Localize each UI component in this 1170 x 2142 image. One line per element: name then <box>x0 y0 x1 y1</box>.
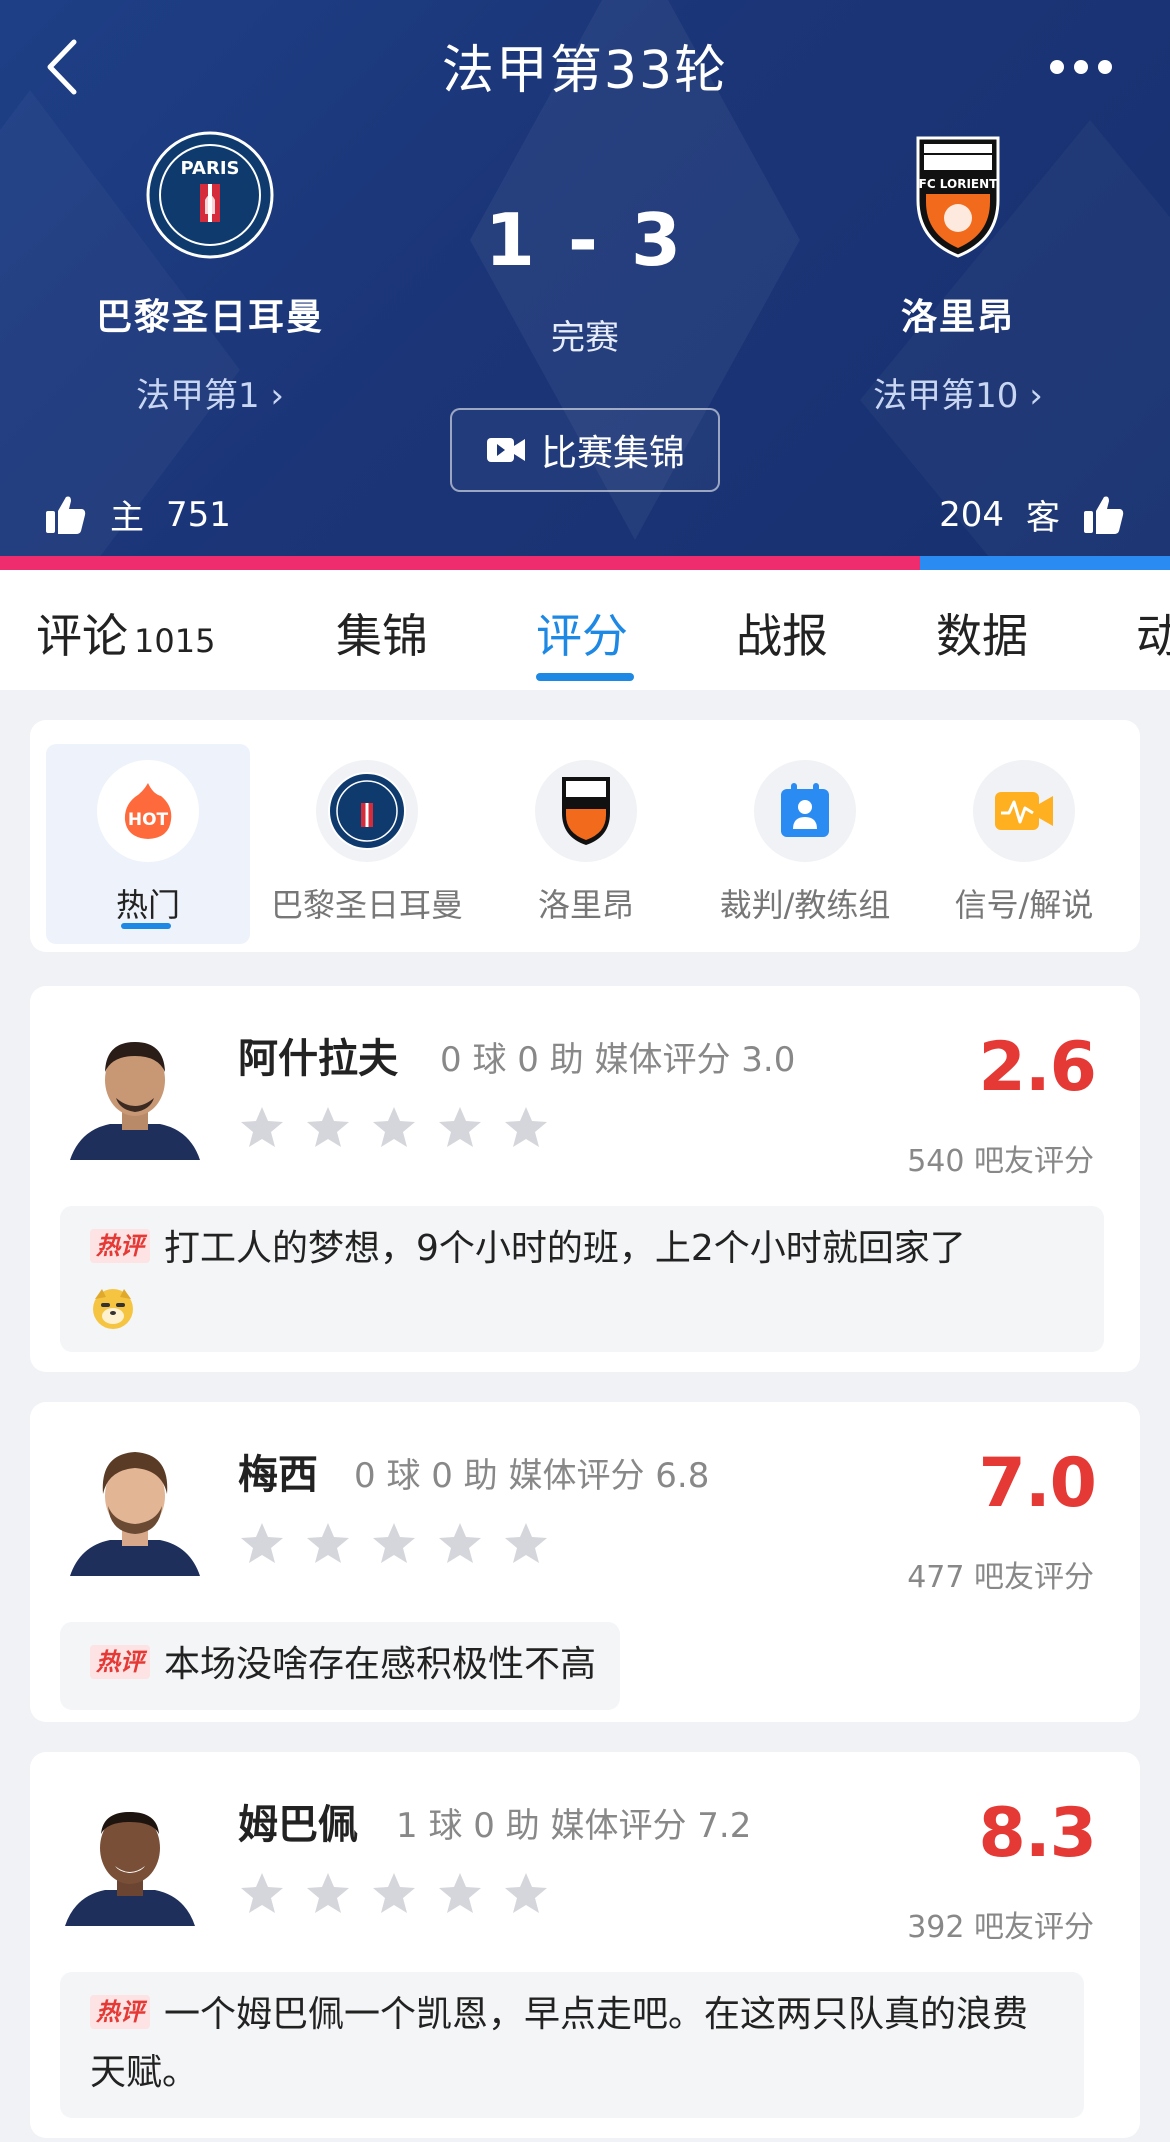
hot-comment[interactable]: 热评 打工人的梦想，9个小时的班，上2个小时就回家了 <box>60 1206 1104 1352</box>
star-icon[interactable] <box>370 1520 418 1568</box>
hot-icon: HOT <box>124 783 172 839</box>
player-name: 梅西 <box>238 1452 318 1498</box>
star-icon[interactable] <box>436 1104 484 1152</box>
player-rating-card[interactable]: 姆巴佩 1 球 0 助 媒体评分 7.2 8.3 392 吧友评分 热评 一个姆巴… <box>30 1752 1140 2138</box>
referee-icon <box>781 783 829 837</box>
star-icon[interactable] <box>238 1520 286 1568</box>
doge-emoji-icon <box>93 1289 133 1329</box>
home-support-fill <box>0 556 920 570</box>
active-filter-indicator <box>121 923 171 929</box>
player-avatar <box>65 1812 195 1926</box>
svg-text:PARIS: PARIS <box>181 158 240 179</box>
player-stats: 0 球 0 助 媒体评分 6.8 <box>354 1456 710 1496</box>
star-icon[interactable] <box>238 1104 286 1152</box>
filter-away-team[interactable]: 洛里昂 <box>484 744 688 944</box>
tab-stats[interactable]: 数据 <box>936 600 1028 666</box>
star-icon[interactable] <box>370 1104 418 1152</box>
away-team-name: 洛里昂 <box>900 297 1015 338</box>
player-avatar <box>70 1042 200 1160</box>
star-icon[interactable] <box>304 1870 352 1918</box>
star-icon[interactable] <box>304 1104 352 1152</box>
filter-signal-commentary[interactable]: 信号/解说 <box>922 744 1126 944</box>
rating-stars[interactable] <box>238 1104 550 1152</box>
signal-icon <box>995 792 1053 830</box>
match-highlights-button[interactable]: 比赛集锦 <box>450 408 720 492</box>
active-tab-indicator <box>536 673 634 681</box>
star-icon[interactable] <box>502 1870 550 1918</box>
hot-comment-badge: 热评 <box>90 1229 150 1263</box>
filter-referee-coach[interactable]: 裁判/教练组 <box>703 744 907 944</box>
hot-comment[interactable]: 热评 一个姆巴佩一个凯恩，早点走吧。在这两只队真的浪费天赋。 <box>60 1972 1084 2118</box>
lorient-crest-icon <box>562 777 610 845</box>
star-icon[interactable] <box>502 1104 550 1152</box>
player-stats: 1 球 0 助 媒体评分 7.2 <box>396 1806 752 1846</box>
svg-text:HOT: HOT <box>128 810 169 830</box>
player-avatar <box>70 1452 200 1576</box>
tab-bar: 评论 1015 集锦 评分 战报 数据 动 <box>0 570 1170 690</box>
more-options-icon[interactable] <box>1050 52 1126 82</box>
star-icon[interactable] <box>436 1520 484 1568</box>
player-name: 姆巴佩 <box>238 1802 358 1848</box>
tab-comments[interactable]: 评论 1015 <box>36 600 215 666</box>
star-icon[interactable] <box>238 1870 286 1918</box>
fan-rating-score: 2.6 <box>978 1028 1097 1107</box>
star-icon[interactable] <box>370 1870 418 1918</box>
fan-rating-count: 477 吧友评分 <box>907 1560 1094 1595</box>
hot-comment-badge: 热评 <box>90 1995 150 2029</box>
match-header: 法甲第33轮 PARIS 巴黎圣日耳曼 法甲第1 › 1 - 3 完赛 FC L… <box>0 0 1170 556</box>
hot-comment-badge: 热评 <box>90 1645 150 1679</box>
tab-highlights[interactable]: 集锦 <box>336 600 428 666</box>
hot-comment[interactable]: 热评 本场没啥存在感积极性不高 <box>60 1622 621 1710</box>
tab-more[interactable]: 动 <box>1136 600 1170 666</box>
away-like[interactable]: 204 客 <box>939 490 1126 539</box>
player-rating-card[interactable]: 梅西 0 球 0 助 媒体评分 6.8 7.0 477 吧友评分 热评 本场没啥存… <box>30 1402 1140 1722</box>
tab-ratings[interactable]: 评分 <box>536 600 628 666</box>
fan-rating-count: 392 吧友评分 <box>907 1910 1094 1945</box>
psg-crest-icon <box>328 772 406 850</box>
away-team-rank[interactable]: 法甲第10 › <box>808 368 1108 417</box>
filter-home-team[interactable]: 巴黎圣日耳曼 <box>265 744 469 944</box>
away-team[interactable]: FC LORIENT 洛里昂 法甲第10 › <box>808 130 1108 417</box>
star-icon[interactable] <box>436 1870 484 1918</box>
support-ratio-bar <box>0 556 1170 570</box>
rating-filter-bar: HOT 热门 巴黎圣日耳曼 洛里昂 裁判/教练组 信号/解说 <box>30 720 1140 952</box>
tab-report[interactable]: 战报 <box>736 600 828 666</box>
home-team-rank[interactable]: 法甲第1 › <box>60 368 360 417</box>
thumbs-up-icon <box>1084 496 1124 534</box>
page-title: 法甲第33轮 <box>441 41 729 101</box>
away-support-fill <box>919 556 1170 570</box>
rating-stars[interactable] <box>238 1870 550 1918</box>
video-camera-icon <box>486 438 525 462</box>
home-like[interactable]: 主 751 <box>44 490 231 539</box>
fan-rating-score: 8.3 <box>978 1794 1097 1873</box>
player-stats: 0 球 0 助 媒体评分 3.0 <box>440 1040 796 1080</box>
star-icon[interactable] <box>304 1520 352 1568</box>
lorient-crest-icon: FC LORIENT <box>916 136 1000 258</box>
filter-hot[interactable]: HOT 热门 <box>46 744 250 944</box>
fan-rating-count: 540 吧友评分 <box>907 1144 1094 1179</box>
rating-stars[interactable] <box>238 1520 550 1568</box>
star-icon[interactable] <box>502 1520 550 1568</box>
player-name: 阿什拉夫 <box>238 1036 398 1082</box>
svg-text:FC LORIENT: FC LORIENT <box>919 177 999 191</box>
player-rating-card[interactable]: 阿什拉夫 0 球 0 助 媒体评分 3.0 2.6 540 吧友评分 热评 打工人… <box>30 986 1140 1372</box>
fan-rating-score: 7.0 <box>978 1444 1097 1523</box>
thumbs-up-icon <box>46 496 86 534</box>
